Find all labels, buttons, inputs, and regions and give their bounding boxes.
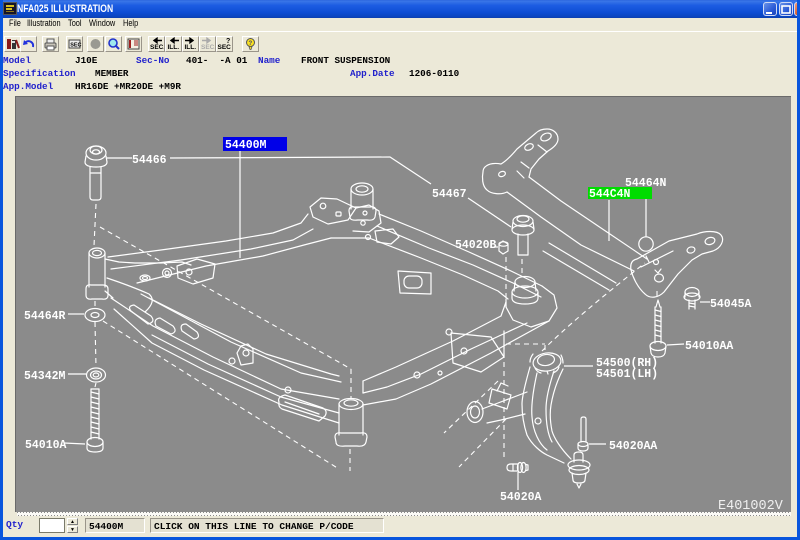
svg-text:ILL.: ILL. (168, 44, 180, 51)
svg-text:SEC: SEC (70, 43, 81, 49)
svg-text:SEC.: SEC. (201, 44, 215, 51)
svg-text:54464R: 54464R (24, 310, 66, 323)
svg-text:544C4N: 544C4N (589, 188, 631, 201)
svg-text:ILL.: ILL. (185, 44, 197, 51)
svg-text:54020A: 54020A (500, 491, 542, 504)
svg-text:E401002V: E401002V (718, 499, 784, 513)
svg-text:?: ? (249, 41, 253, 47)
svg-text:54342M: 54342M (24, 370, 66, 383)
svg-text:54400M: 54400M (225, 139, 267, 152)
svg-text:54020AA: 54020AA (609, 440, 657, 453)
svg-text:54501(LH): 54501(LH) (596, 368, 658, 381)
svg-text:54466: 54466 (132, 154, 167, 167)
svg-text:54467: 54467 (432, 188, 467, 201)
svg-text:SEC: SEC (218, 44, 232, 51)
svg-text:54010A: 54010A (25, 439, 67, 452)
svg-text:54045A: 54045A (710, 298, 752, 311)
svg-text:SEC.: SEC. (150, 44, 164, 51)
svg-text:54010AA: 54010AA (685, 340, 733, 353)
svg-text:?: ? (226, 38, 230, 45)
svg-text:54020B: 54020B (455, 239, 497, 252)
